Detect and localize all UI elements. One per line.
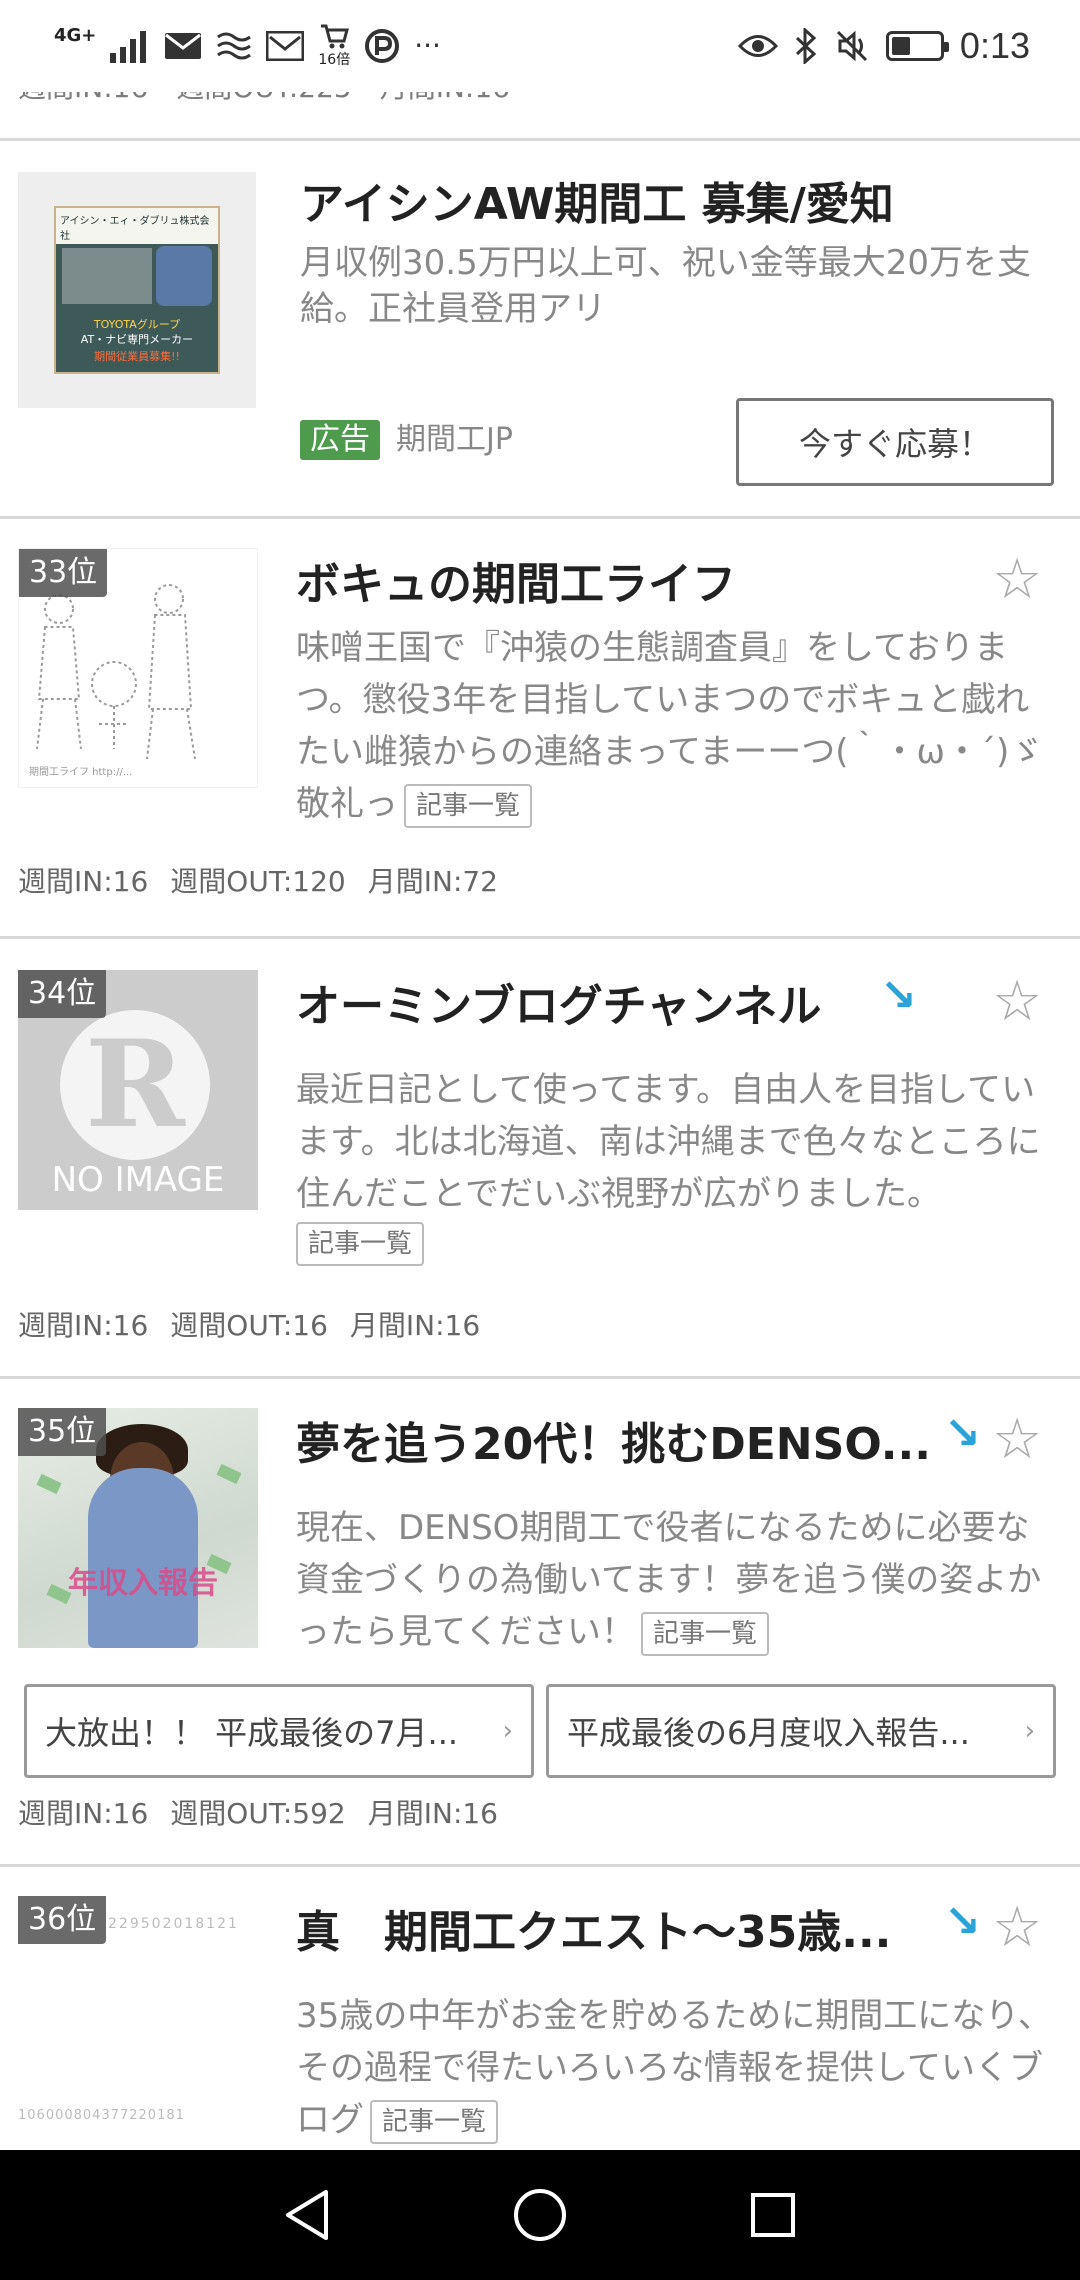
trend-down-icon: ↘ — [944, 1408, 981, 1459]
navigation-bar — [0, 2150, 1080, 2280]
stat-week-out: 週間OUT:592 — [170, 1797, 346, 1830]
entry-thumbnail[interactable]: 36位 229502018121 106000804377220181 — [18, 1896, 258, 2136]
entry-description-text: 最近日記として使ってます。自由人を目指しています。北は北海道、南は沖縄まで色々な… — [296, 1070, 1041, 1214]
entry-description: 35歳の中年がお金を貯めるために期間工になり、その過程で得たいろいろな情報を提供… — [296, 1990, 1056, 2146]
divider — [0, 138, 1080, 141]
favorite-star-icon[interactable]: ☆ — [992, 1412, 1042, 1468]
divider — [0, 936, 1080, 939]
network-type: 4G+ — [54, 25, 97, 46]
ad-banner-line3: 期間従業員募集!! — [94, 350, 180, 363]
mail-icon — [266, 31, 305, 61]
entry-description: 最近日記として使ってます。自由人を目指しています。北は北海道、南は沖縄まで色々な… — [296, 1064, 1056, 1220]
mail-icon — [165, 33, 202, 59]
ad-title[interactable]: アイシンAW期間工 募集/愛知 — [300, 168, 894, 232]
entry-stats: 週間IN:16 週間OUT:592 月間IN:16 — [18, 1792, 520, 1832]
ad-banner-line2: AT・ナビ専門メーカー — [80, 333, 194, 346]
ad-banner-caption: アイシン・エィ・ダブリュ株式会社 — [56, 208, 218, 244]
money-decoration — [36, 1473, 62, 1495]
signal-icon — [110, 31, 147, 63]
stat-month-in: 月間IN:72 — [367, 865, 499, 898]
ad-banner-line1: TOYOTAグループ — [93, 318, 181, 331]
apply-now-button[interactable]: 今すぐ応募！ — [736, 398, 1054, 486]
divider — [0, 1376, 1080, 1379]
stat-week-in: 週間IN:16 — [18, 865, 149, 898]
entry-thumbnail[interactable]: 35位 年収入報告 — [18, 1408, 258, 1648]
rank-badge: 33位 — [19, 549, 108, 597]
divider — [0, 516, 1080, 519]
chevron-right-icon: › — [1024, 1716, 1035, 1746]
ad-banner-engine — [156, 246, 212, 306]
battery-level — [891, 37, 911, 55]
clock: 0:13 — [959, 25, 1030, 66]
thumb-digits: 106000804377220181 — [18, 2108, 185, 2123]
chip-label: 平成最後の6月度収入報告... — [567, 1714, 970, 1752]
battery-icon — [885, 31, 949, 61]
articles-list-link[interactable]: 記事一覧 — [404, 783, 533, 828]
ad-description: 月収例30.5万円以上可、祝い金等最大20万を支給。正社員登用アリ — [300, 243, 1031, 329]
stat-week-out: 週間OUT:16 — [170, 1309, 328, 1342]
shopping-badge: 16倍 — [318, 52, 351, 68]
favorite-star-icon[interactable]: ☆ — [992, 1900, 1042, 1956]
entry-title[interactable]: 夢を追う20代！挑むDENSO... — [296, 1408, 936, 1472]
entry-thumbnail[interactable]: 33位 期間工ライフ http://... — [18, 548, 258, 788]
entry-title[interactable]: 真 期間工クエスト〜35歳... — [296, 1896, 936, 1960]
articles-list-link-wrap: 記事一覧 — [296, 1222, 425, 1266]
weather-icon — [217, 32, 252, 60]
stat-week-in: 週間IN:16 — [18, 1309, 149, 1342]
entry-title[interactable]: オーミンブログチャンネル — [296, 970, 876, 1034]
status-bar: 4G+ 16倍 ··· 0:13 — [0, 0, 1080, 92]
rank-badge: 35位 — [18, 1408, 107, 1456]
entry-description: 味噌王国で『沖猿の生態調査員』をしておりまつ。懲役3年を目指していまつのでボキュ… — [296, 622, 1056, 830]
svg-text:期間工ライフ http://...: 期間工ライフ http://... — [29, 766, 132, 778]
ad-banner-photo — [62, 248, 152, 304]
eye-icon — [737, 35, 778, 57]
stat-month-in: 月間IN:16 — [349, 1309, 481, 1342]
stat-week-in: 週間IN:16 — [18, 1797, 149, 1830]
recent-article-chip[interactable]: 平成最後の6月度収入報告... › — [546, 1684, 1056, 1778]
photo-caption: 年収入報告 — [68, 1566, 218, 1601]
entry-description: 現在、DENSO期間工で役者になるために必要な資金づくりの為働いてます！夢を追う… — [296, 1502, 1056, 1658]
entry-stats: 週間IN:16 週間OUT:120 月間IN:72 — [18, 860, 520, 900]
entry-stats: 週間IN:16 週間OUT:16 月間IN:16 — [18, 1304, 502, 1344]
bluetooth-icon — [795, 28, 817, 64]
rank-badge: 36位 — [18, 1896, 107, 1944]
ad-thumbnail[interactable]: アイシン・エィ・ダブリュ株式会社 TOYOTAグループ AT・ナビ専門メーカー … — [18, 172, 256, 408]
stat-month-in: 月間IN:16 — [367, 1797, 499, 1830]
recent-article-chip[interactable]: 大放出！！ 平成最後の7月... › — [24, 1684, 534, 1778]
ad-banner-image: アイシン・エィ・ダブリュ株式会社 TOYOTAグループ AT・ナビ専門メーカー … — [54, 206, 220, 374]
back-icon[interactable] — [272, 2180, 342, 2250]
ad-label-badge: 広告 — [300, 420, 380, 460]
articles-list-link[interactable]: 記事一覧 — [640, 1611, 769, 1656]
home-icon[interactable] — [505, 2180, 575, 2250]
thumb-digits: 229502018121 — [108, 1916, 239, 1932]
shopping-icon: 16倍 — [318, 23, 350, 69]
chevron-right-icon: › — [502, 1716, 513, 1746]
money-decoration — [216, 1463, 242, 1485]
recents-icon[interactable] — [738, 2180, 808, 2250]
entry-title[interactable]: ボキュの期間工ライフ — [296, 548, 956, 612]
chip-label: 大放出！！ 平成最後の7月... — [45, 1714, 459, 1752]
favorite-star-icon[interactable]: ☆ — [992, 974, 1042, 1030]
rank-badge: 34位 — [18, 970, 107, 1018]
favorite-star-icon[interactable]: ☆ — [992, 552, 1042, 608]
p-icon — [365, 29, 400, 63]
divider — [0, 1864, 1080, 1867]
stat-week-out: 週間OUT:120 — [170, 865, 346, 898]
no-image-label: NO IMAGE — [51, 1160, 225, 1200]
trend-down-icon: ↘ — [944, 1896, 981, 1947]
ad-source: 期間工JP — [396, 422, 513, 457]
placeholder-logo-icon: R — [85, 1014, 185, 1155]
mute-icon — [836, 30, 867, 62]
articles-list-link[interactable]: 記事一覧 — [370, 2099, 499, 2144]
more-notifications-icon: ··· — [414, 29, 441, 62]
articles-list-link[interactable]: 記事一覧 — [296, 1222, 425, 1266]
entry-thumbnail[interactable]: 34位 R NO IMAGE — [18, 970, 258, 1210]
trend-down-icon: ↘ — [880, 970, 917, 1021]
